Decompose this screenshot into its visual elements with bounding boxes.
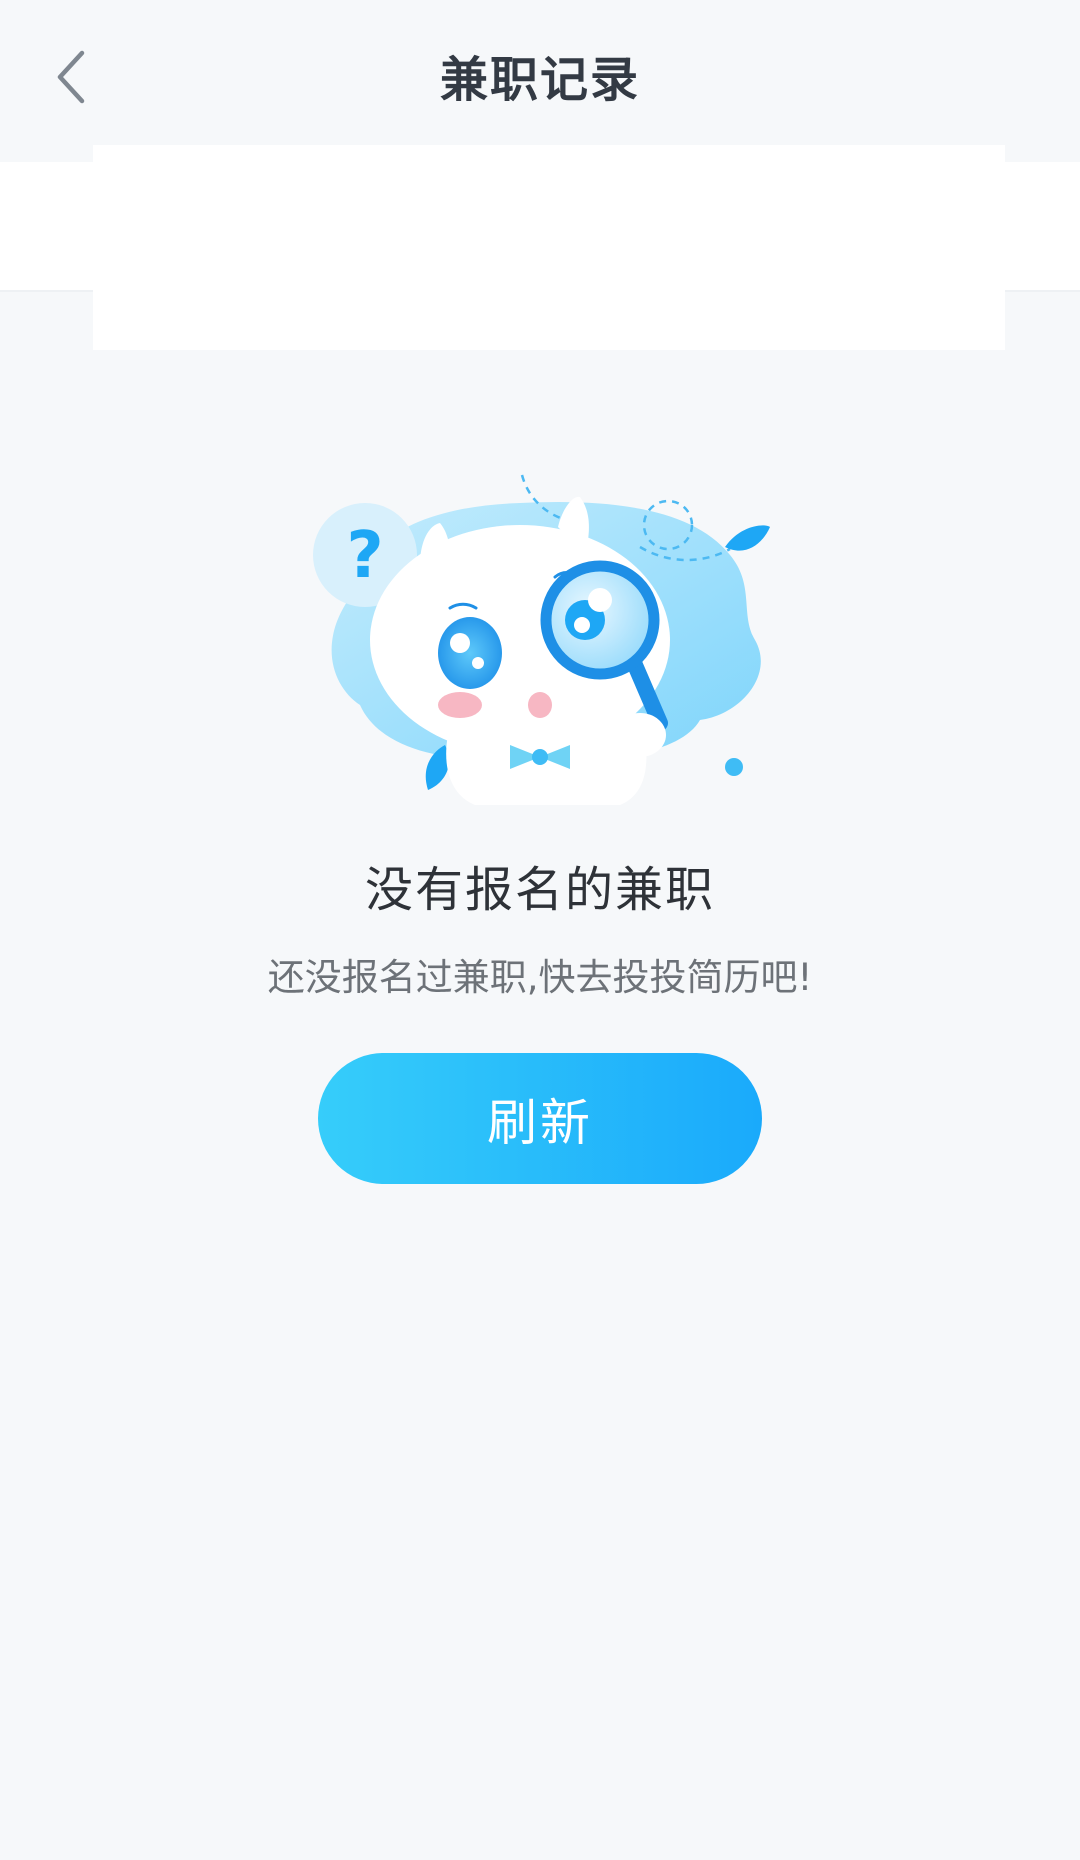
question-mark-icon: ? [346,519,383,593]
mascot-eye [438,617,502,689]
refresh-button[interactable]: 刷新 [318,1053,762,1184]
page-title: 兼职记录 [439,52,640,108]
empty-state-subtitle: 还没报名过兼职,快去投投简历吧! [267,956,813,999]
empty-state-title: 没有报名的兼职 [364,862,715,918]
header-bar: 兼职记录 [0,0,1080,160]
leaf-icon [725,525,770,551]
empty-illustration: ? [300,465,780,825]
content-card [93,145,1005,350]
